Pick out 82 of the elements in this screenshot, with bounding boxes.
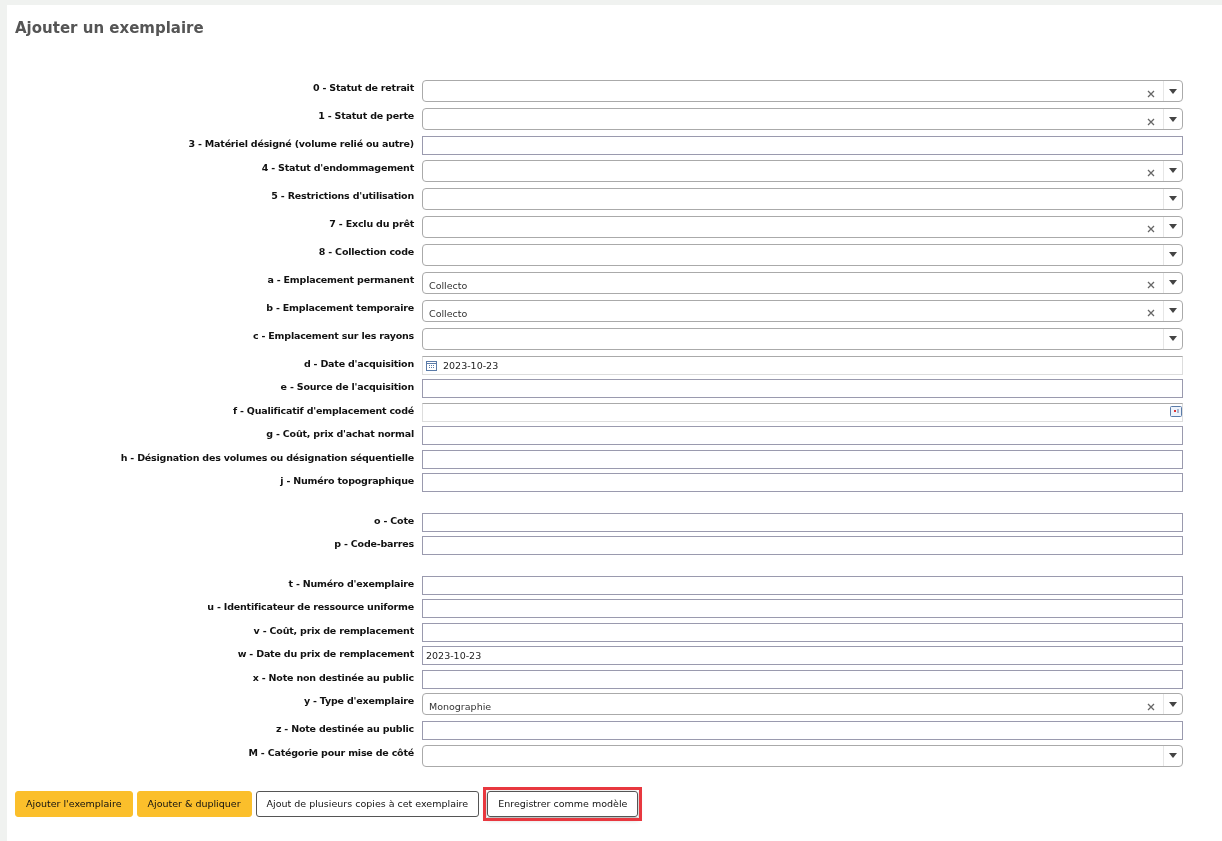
input-field[interactable] [422, 536, 1183, 555]
field-label: M - Catégorie pour mise de côté [247, 745, 414, 758]
caret-icon[interactable] [1169, 701, 1177, 707]
caret-icon[interactable] [1169, 168, 1177, 173]
caret-icon[interactable] [1169, 196, 1177, 201]
field-label: h - Désignation des volumes ou désignation séquentielle [119, 450, 414, 463]
secondary-button[interactable]: Enregistrer comme modèle [487, 790, 639, 817]
calendar-icon[interactable] [426, 359, 437, 371]
field-label: x - Note non destinée au public [251, 670, 414, 683]
select-field[interactable] [422, 215, 1183, 238]
plugin-icon[interactable] [1170, 406, 1182, 418]
field-label: c - Emplacement sur les rayons [251, 328, 414, 341]
input-field[interactable]: 2023-10-23 [422, 646, 1183, 665]
page-title: Ajouter un exemplaire [15, 19, 205, 37]
field-label: y - Type d'exemplaire [302, 694, 414, 706]
clear-icon[interactable] [1147, 89, 1155, 98]
select-field[interactable] [422, 327, 1183, 350]
select-field[interactable]: Monographie [422, 693, 1183, 715]
field-label: 3 - Matériel désigné (volume relié ou autre) [187, 137, 414, 149]
primary-button[interactable]: Ajouter l'exemplaire [15, 790, 133, 817]
input-field[interactable] [422, 426, 1183, 445]
input-field[interactable] [422, 402, 1183, 422]
field-label: v - Coût, prix de remplacement [252, 623, 414, 636]
field-label: d - Date d'acquisition [302, 356, 414, 369]
field-label: p - Code-barres [333, 537, 414, 549]
field-label: 4 - Statut d'endommagement [260, 160, 414, 173]
select-field[interactable] [422, 187, 1183, 210]
select-field[interactable] [422, 243, 1183, 266]
field-label: 8 - Collection code [317, 244, 414, 257]
select-field[interactable] [422, 159, 1183, 182]
caret-icon[interactable] [1169, 224, 1177, 229]
input-field[interactable] [422, 599, 1183, 618]
clear-icon[interactable] [1147, 225, 1155, 233]
secondary-button[interactable]: Ajout de plusieurs copies à cet exemplaire [255, 790, 480, 817]
primary-button[interactable]: Ajouter & dupliquer [136, 790, 252, 817]
input-field[interactable] [422, 669, 1183, 689]
field-label: 5 - Restrictions d'utilisation [270, 188, 414, 201]
caret-icon[interactable] [1169, 88, 1177, 94]
caret-icon[interactable] [1169, 116, 1177, 122]
input-field[interactable] [422, 622, 1183, 642]
input-field[interactable] [422, 379, 1183, 398]
input-value: 2023-10-23 [426, 650, 482, 661]
select-value: Collecto [429, 306, 468, 319]
caret-icon[interactable] [1169, 252, 1177, 257]
select-field[interactable]: Collecto [422, 271, 1183, 294]
field-label: t - Numéro d'exemplaire [287, 576, 414, 589]
date-field[interactable]: 2023-10-23 [422, 355, 1183, 375]
select-value: Collecto [429, 278, 468, 291]
clear-icon[interactable] [1147, 281, 1155, 289]
field-label: z - Note destinée au public [274, 722, 414, 734]
field-label: e - Source de l'acquisition [279, 380, 414, 392]
field-label: b - Emplacement temporaire [265, 300, 414, 313]
field-label: 0 - Statut de retrait [311, 81, 414, 93]
caret-icon[interactable] [1169, 280, 1177, 285]
field-label: w - Date du prix de remplacement [236, 647, 414, 659]
input-field[interactable] [422, 575, 1183, 595]
field-label: 1 - Statut de perte [317, 109, 414, 121]
input-field[interactable] [422, 721, 1183, 740]
field-label: o - Cote [373, 513, 414, 526]
clear-icon[interactable] [1147, 169, 1155, 177]
input-field[interactable] [422, 136, 1183, 155]
field-label: g - Coût, prix d'achat normal [265, 427, 414, 439]
select-field[interactable] [422, 108, 1183, 130]
field-label: u - Identificateur de ressource uniforme [206, 600, 414, 612]
clear-icon[interactable] [1147, 702, 1155, 711]
select-value: Monographie [429, 700, 492, 712]
input-field[interactable] [422, 473, 1183, 492]
caret-icon[interactable] [1169, 336, 1177, 341]
caret-icon[interactable] [1169, 308, 1177, 313]
field-label: f - Qualificatif d'emplacement codé [231, 403, 414, 416]
caret-icon[interactable] [1169, 753, 1177, 758]
field-label: 7 - Exclu du prêt [328, 216, 414, 229]
field-label: a - Emplacement permanent [266, 272, 414, 285]
date-value: 2023-10-23 [443, 359, 499, 371]
field-label: j - Numéro topographique [279, 474, 414, 486]
clear-icon[interactable] [1147, 117, 1155, 126]
input-field[interactable] [422, 512, 1183, 532]
input-field[interactable] [422, 449, 1183, 469]
select-field[interactable] [422, 80, 1183, 102]
select-field[interactable]: Collecto [422, 299, 1183, 322]
select-field[interactable] [422, 744, 1183, 767]
clear-icon[interactable] [1147, 309, 1155, 317]
